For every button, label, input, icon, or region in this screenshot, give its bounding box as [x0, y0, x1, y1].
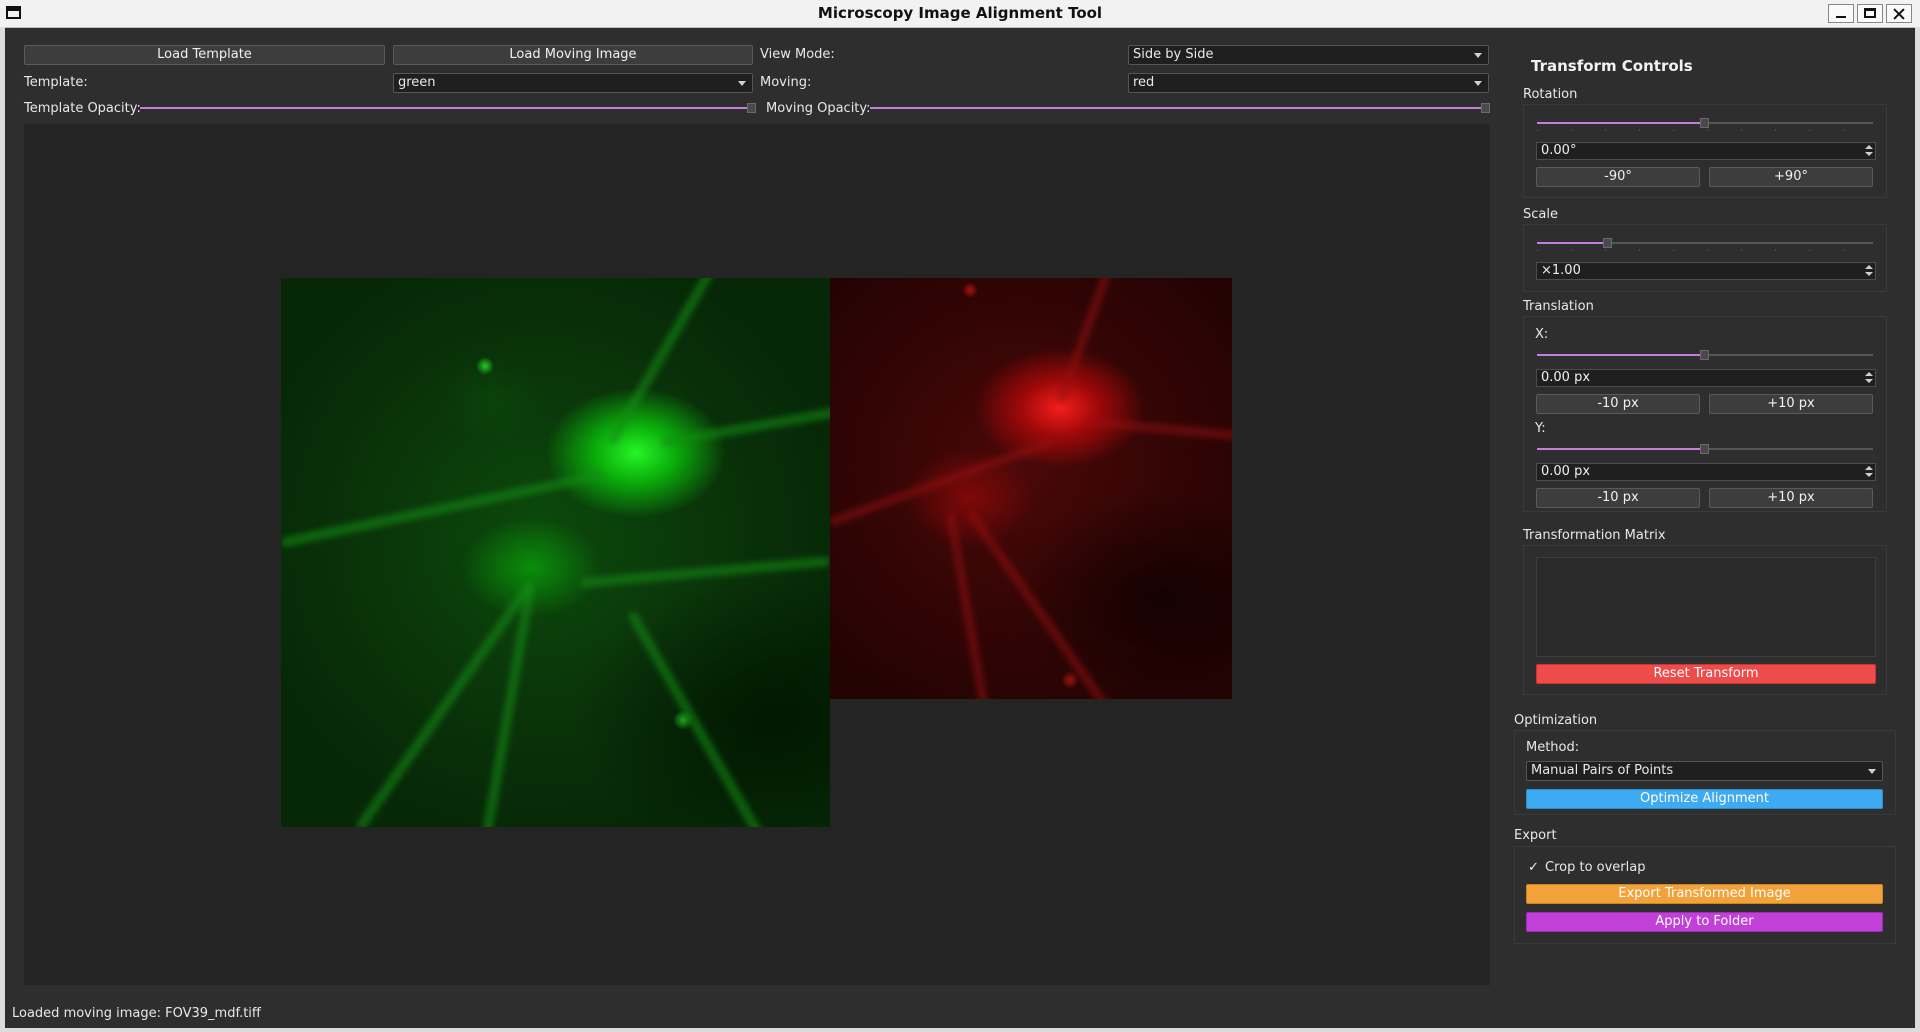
translation-label: Translation [1523, 299, 1594, 314]
scale-spinbox[interactable]: ×1.00 [1536, 262, 1876, 280]
template-image [281, 278, 830, 827]
moving-color-select[interactable]: red [1128, 73, 1489, 93]
translation-x-slider[interactable] [1537, 349, 1873, 361]
view-mode-select[interactable]: Side by Side [1128, 45, 1489, 65]
load-moving-image-button[interactable]: Load Moving Image [393, 45, 753, 65]
optimization-label: Optimization [1514, 713, 1598, 728]
translation-y-value: 0.00 px [1541, 464, 1591, 479]
view-mode-label: View Mode: [760, 47, 835, 62]
translation-group [1523, 316, 1887, 512]
rotation-slider[interactable] [1537, 117, 1873, 131]
slider-handle[interactable] [1481, 103, 1490, 113]
scale-value: ×1.00 [1541, 263, 1581, 278]
slider-handle[interactable] [1602, 238, 1612, 248]
reset-transform-button[interactable]: Reset Transform [1536, 664, 1876, 684]
apply-to-folder-button[interactable]: Apply to Folder [1526, 912, 1883, 932]
chevron-down-icon [1868, 769, 1876, 774]
method-value: Manual Pairs of Points [1531, 763, 1674, 778]
panel-title: Transform Controls [1531, 57, 1693, 75]
view-mode-value: Side by Side [1133, 47, 1214, 62]
slider-handle[interactable] [1700, 444, 1709, 454]
crop-to-overlap-label[interactable]: Crop to overlap [1545, 860, 1645, 875]
optimize-alignment-button[interactable]: Optimize Alignment [1526, 789, 1883, 809]
rotate-plus-90-button[interactable]: +90° [1709, 167, 1873, 187]
title-bar: Microscopy Image Alignment Tool [0, 0, 1920, 28]
chevron-down-icon [1474, 53, 1482, 58]
scale-label: Scale [1523, 207, 1558, 222]
slider-handle[interactable] [747, 103, 756, 113]
moving-label: Moving: [760, 75, 812, 90]
maximize-button[interactable] [1857, 4, 1883, 23]
translation-y-spinbox[interactable]: 0.00 px [1536, 463, 1876, 481]
template-opacity-slider[interactable] [140, 102, 756, 114]
spin-arrows-icon[interactable] [1864, 371, 1874, 385]
rotation-label: Rotation [1523, 87, 1578, 102]
moving-color-value: red [1133, 75, 1155, 90]
translation-x-spinbox[interactable]: 0.00 px [1536, 369, 1876, 387]
status-bar-text: Loaded moving image: FOV39_mdf.tiff [12, 1006, 261, 1021]
rotate-minus-90-button[interactable]: -90° [1536, 167, 1700, 187]
moving-opacity-slider[interactable] [870, 102, 1490, 114]
window-frame-left [0, 27, 5, 1032]
translation-y-label: Y: [1535, 421, 1546, 436]
scale-slider[interactable] [1537, 237, 1873, 251]
window-frame-right [1915, 27, 1920, 1032]
method-label: Method: [1526, 740, 1580, 755]
translate-x-plus-button[interactable]: +10 px [1709, 394, 1873, 414]
window-frame-bottom [0, 1028, 1920, 1032]
method-select[interactable]: Manual Pairs of Points [1526, 761, 1883, 781]
export-transformed-image-button[interactable]: Export Transformed Image [1526, 884, 1883, 904]
translate-y-minus-button[interactable]: -10 px [1536, 488, 1700, 508]
template-color-value: green [398, 75, 436, 90]
matrix-display [1536, 557, 1876, 657]
slider-handle[interactable] [1700, 118, 1709, 128]
template-label: Template: [24, 75, 88, 90]
rotation-spinbox[interactable]: 0.00° [1536, 142, 1876, 160]
rotation-value: 0.00° [1541, 143, 1577, 158]
moving-opacity-label: Moving Opacity: [766, 101, 871, 116]
close-button[interactable] [1886, 4, 1912, 23]
matrix-label: Transformation Matrix [1523, 528, 1666, 543]
load-template-button[interactable]: Load Template [24, 45, 385, 65]
image-canvas[interactable] [24, 124, 1490, 985]
translation-x-label: X: [1535, 327, 1549, 342]
spin-arrows-icon[interactable] [1864, 465, 1874, 479]
window-title: Microscopy Image Alignment Tool [817, 4, 1103, 22]
minimize-button[interactable] [1828, 4, 1854, 23]
translation-x-value: 0.00 px [1541, 370, 1591, 385]
translation-y-slider[interactable] [1537, 443, 1873, 455]
spin-arrows-icon[interactable] [1864, 264, 1874, 278]
chevron-down-icon [738, 81, 746, 86]
moving-image [830, 278, 1232, 699]
translate-y-plus-button[interactable]: +10 px [1709, 488, 1873, 508]
translate-x-minus-button[interactable]: -10 px [1536, 394, 1700, 414]
checkmark-icon[interactable]: ✓ [1528, 860, 1539, 875]
template-opacity-label: Template Opacity: [24, 101, 141, 116]
spin-arrows-icon[interactable] [1864, 144, 1874, 158]
scale-group [1523, 224, 1887, 292]
export-label: Export [1514, 828, 1557, 843]
chevron-down-icon [1474, 81, 1482, 86]
slider-handle[interactable] [1700, 350, 1709, 360]
template-color-select[interactable]: green [393, 73, 753, 93]
